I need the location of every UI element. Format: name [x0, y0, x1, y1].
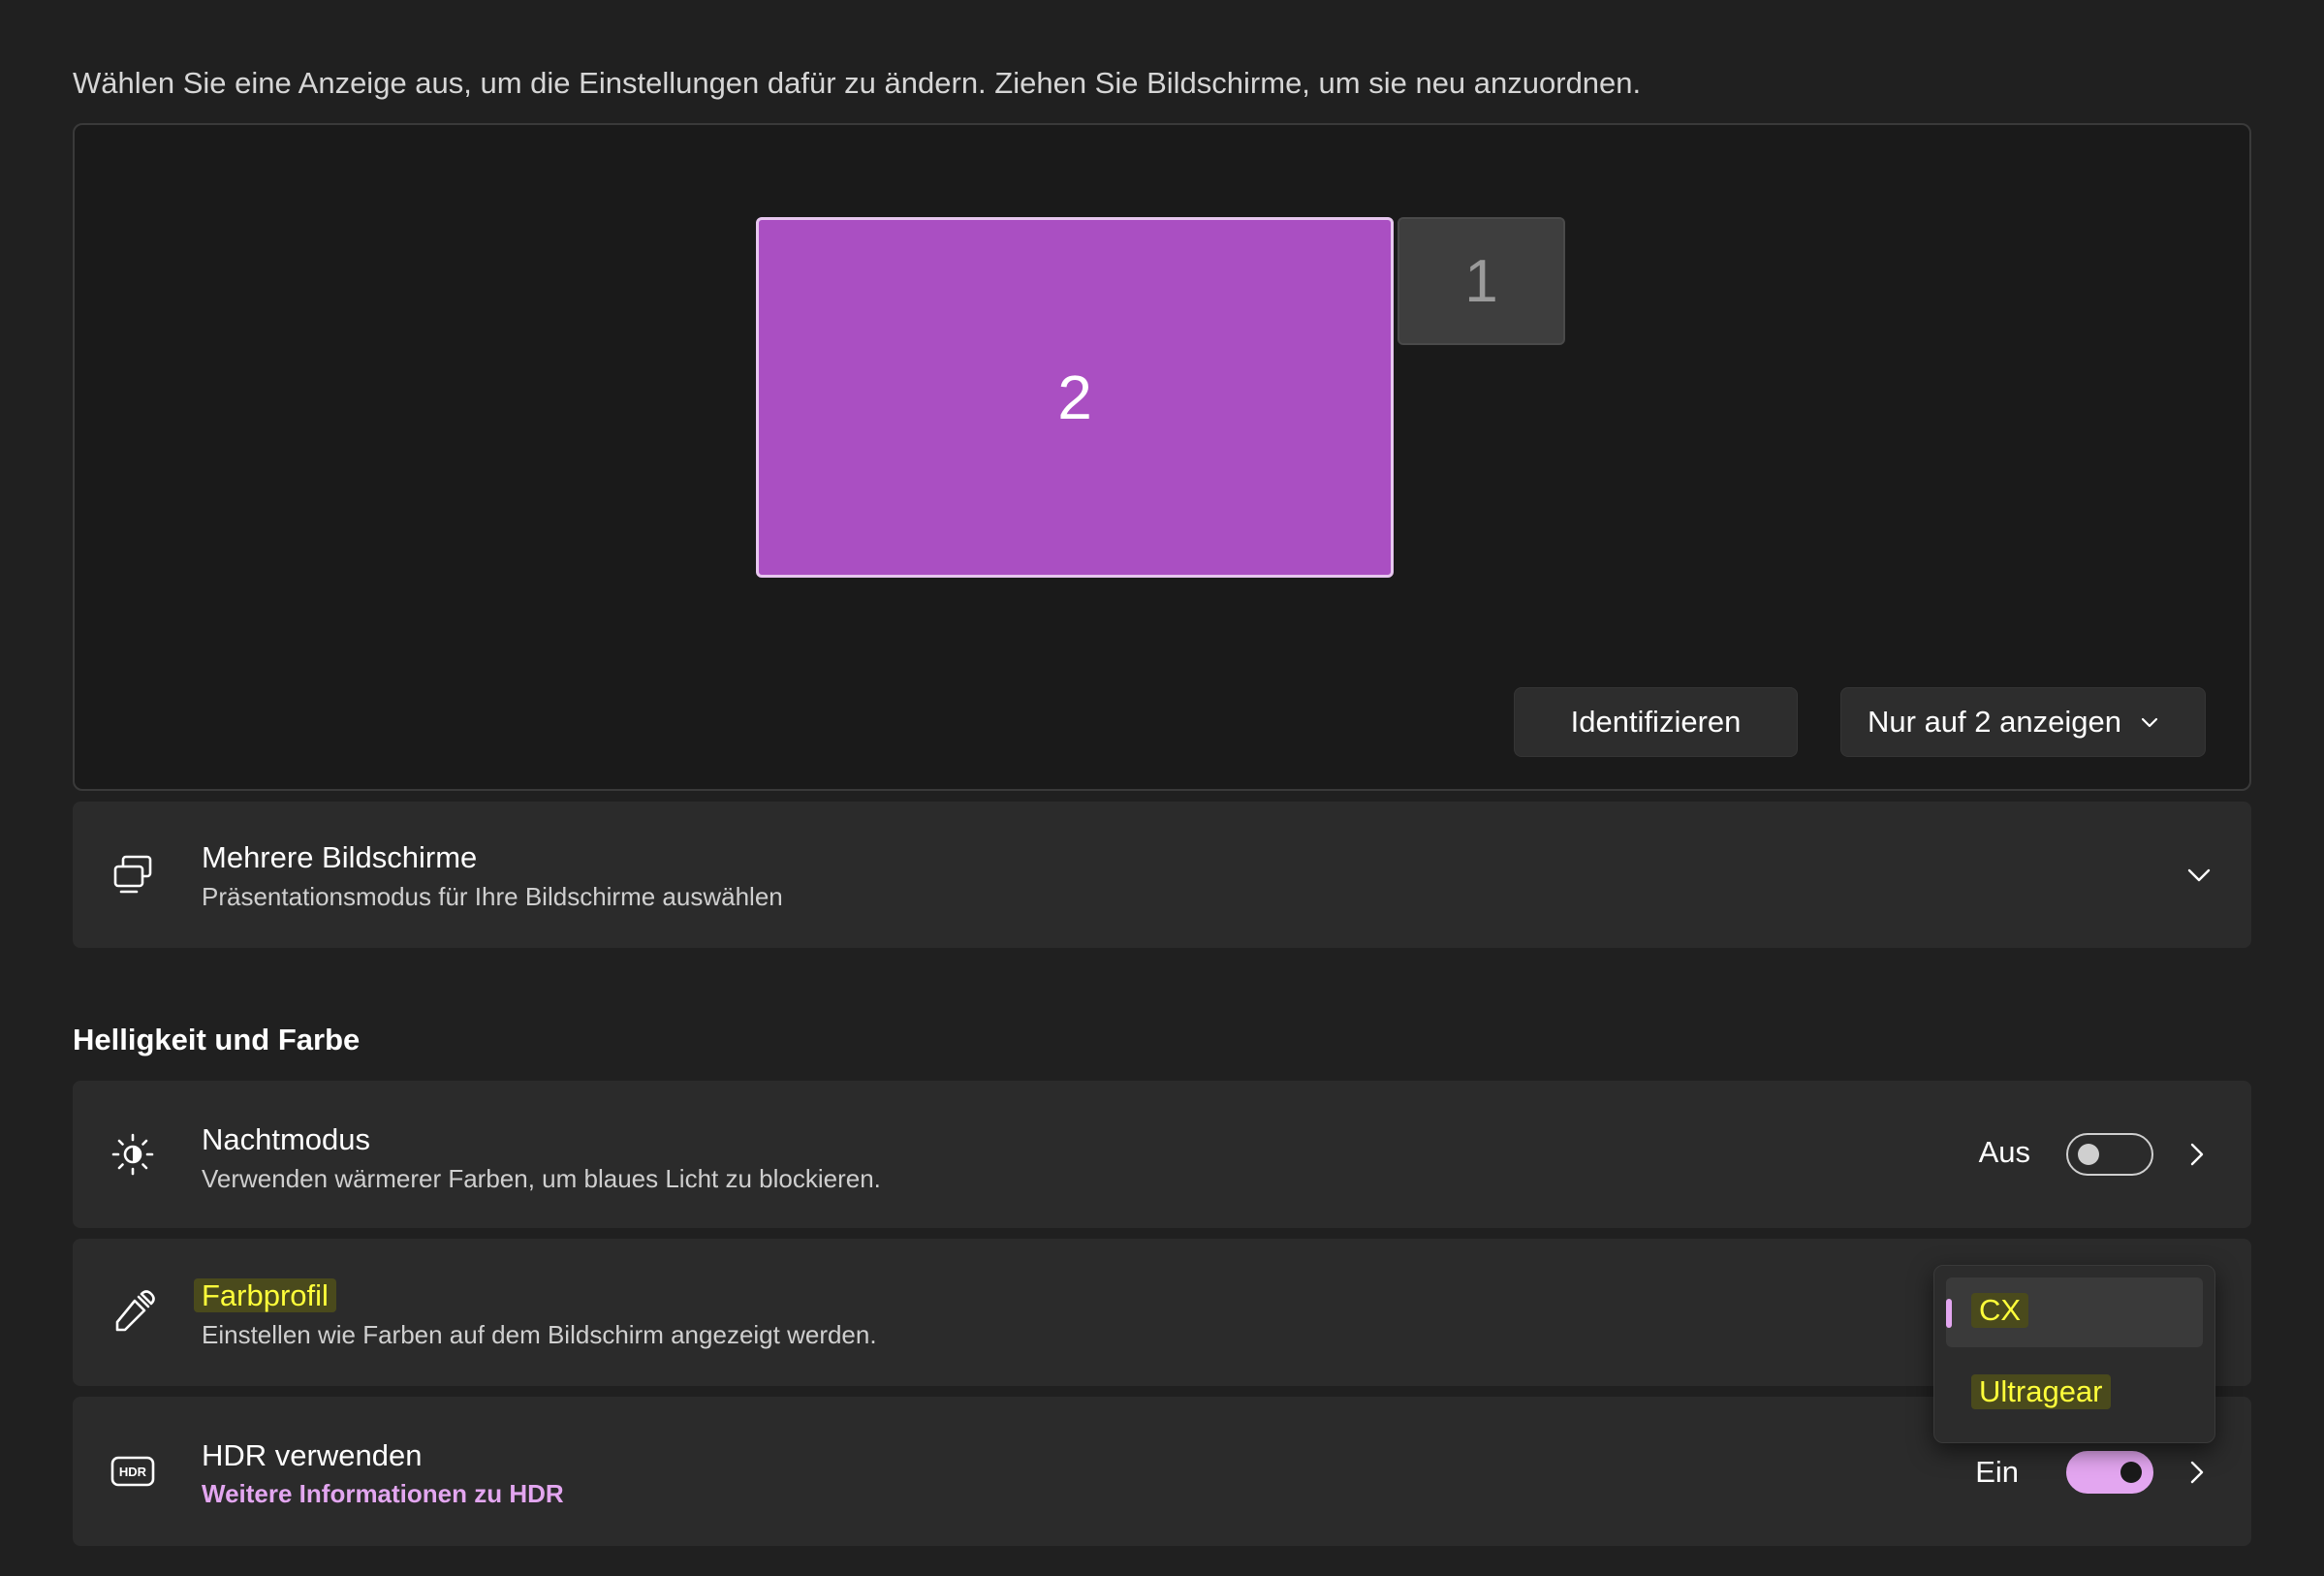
selection-indicator: [1946, 1299, 1952, 1328]
color-profile-card[interactable]: Farbprofil Einstellen wie Farben auf dem…: [73, 1239, 2251, 1386]
hdr-state-label: Ein: [1975, 1455, 2019, 1489]
display-mode-label: Nur auf 2 anzeigen: [1868, 705, 2121, 739]
toggle-knob: [2078, 1144, 2099, 1165]
night-mode-state-label: Aus: [1978, 1135, 2030, 1169]
brightness-color-heading: Helligkeit und Farbe: [73, 1023, 361, 1056]
monitor-2[interactable]: 2: [756, 217, 1394, 578]
color-profile-option-label: CX: [1971, 1293, 2029, 1328]
multiple-displays-card[interactable]: Mehrere Bildschirme Präsentationsmodus f…: [73, 802, 2251, 948]
color-profile-title: Farbprofil: [194, 1278, 336, 1313]
display-mode-dropdown[interactable]: Nur auf 2 anzeigen: [1840, 687, 2206, 757]
hdr-card[interactable]: HDR HDR verwenden Weitere Informationen …: [73, 1397, 2251, 1546]
night-mode-description: Verwenden wärmerer Farben, um blaues Lic…: [202, 1164, 881, 1193]
hdr-icon: HDR: [110, 1456, 155, 1487]
night-mode-toggle[interactable]: [2066, 1133, 2153, 1176]
color-profile-title-text: Farbprofil: [194, 1278, 336, 1312]
multiple-displays-title: Mehrere Bildschirme: [202, 840, 478, 874]
display-arrangement-area[interactable]: 2 1 Identifizieren Nur auf 2 anzeigen: [73, 123, 2251, 791]
toggle-knob: [2120, 1462, 2142, 1483]
monitor-1[interactable]: 1: [1398, 217, 1565, 345]
color-profile-option-cx[interactable]: CX: [1946, 1277, 2203, 1347]
chevron-down-icon[interactable]: [2183, 860, 2214, 891]
night-mode-card[interactable]: Nachtmodus Verwenden wärmerer Farben, um…: [73, 1081, 2251, 1228]
identify-button[interactable]: Identifizieren: [1514, 687, 1798, 757]
multiple-displays-description: Präsentationsmodus für Ihre Bildschirme …: [202, 882, 783, 911]
display-settings-page: Wählen Sie eine Anzeige aus, um die Eins…: [0, 0, 2324, 1576]
night-mode-title: Nachtmodus: [202, 1122, 371, 1156]
monitor-2-label: 2: [1057, 362, 1092, 432]
color-profile-description: Einstellen wie Farben auf dem Bildschirm…: [202, 1320, 877, 1349]
color-profile-option-label: Ultragear: [1971, 1374, 2111, 1409]
color-profile-dropdown[interactable]: CX Ultragear: [1933, 1265, 2215, 1443]
eyedropper-icon: [115, 1290, 155, 1332]
intro-text: Wählen Sie eine Anzeige aus, um die Eins…: [73, 66, 1642, 100]
chevron-right-icon[interactable]: [2182, 1139, 2213, 1170]
hdr-learn-more-link[interactable]: Weitere Informationen zu HDR: [202, 1479, 564, 1509]
monitor-1-label: 1: [1464, 247, 1498, 315]
night-light-icon: [111, 1133, 154, 1176]
svg-text:HDR: HDR: [119, 1465, 147, 1479]
multiple-displays-icon: [113, 855, 152, 894]
hdr-toggle[interactable]: [2066, 1451, 2153, 1494]
color-profile-option-ultragear[interactable]: Ultragear: [1946, 1357, 2203, 1427]
chevron-down-icon: [2141, 717, 2158, 728]
hdr-title: HDR verwenden: [202, 1438, 423, 1472]
chevron-right-icon[interactable]: [2182, 1457, 2213, 1488]
